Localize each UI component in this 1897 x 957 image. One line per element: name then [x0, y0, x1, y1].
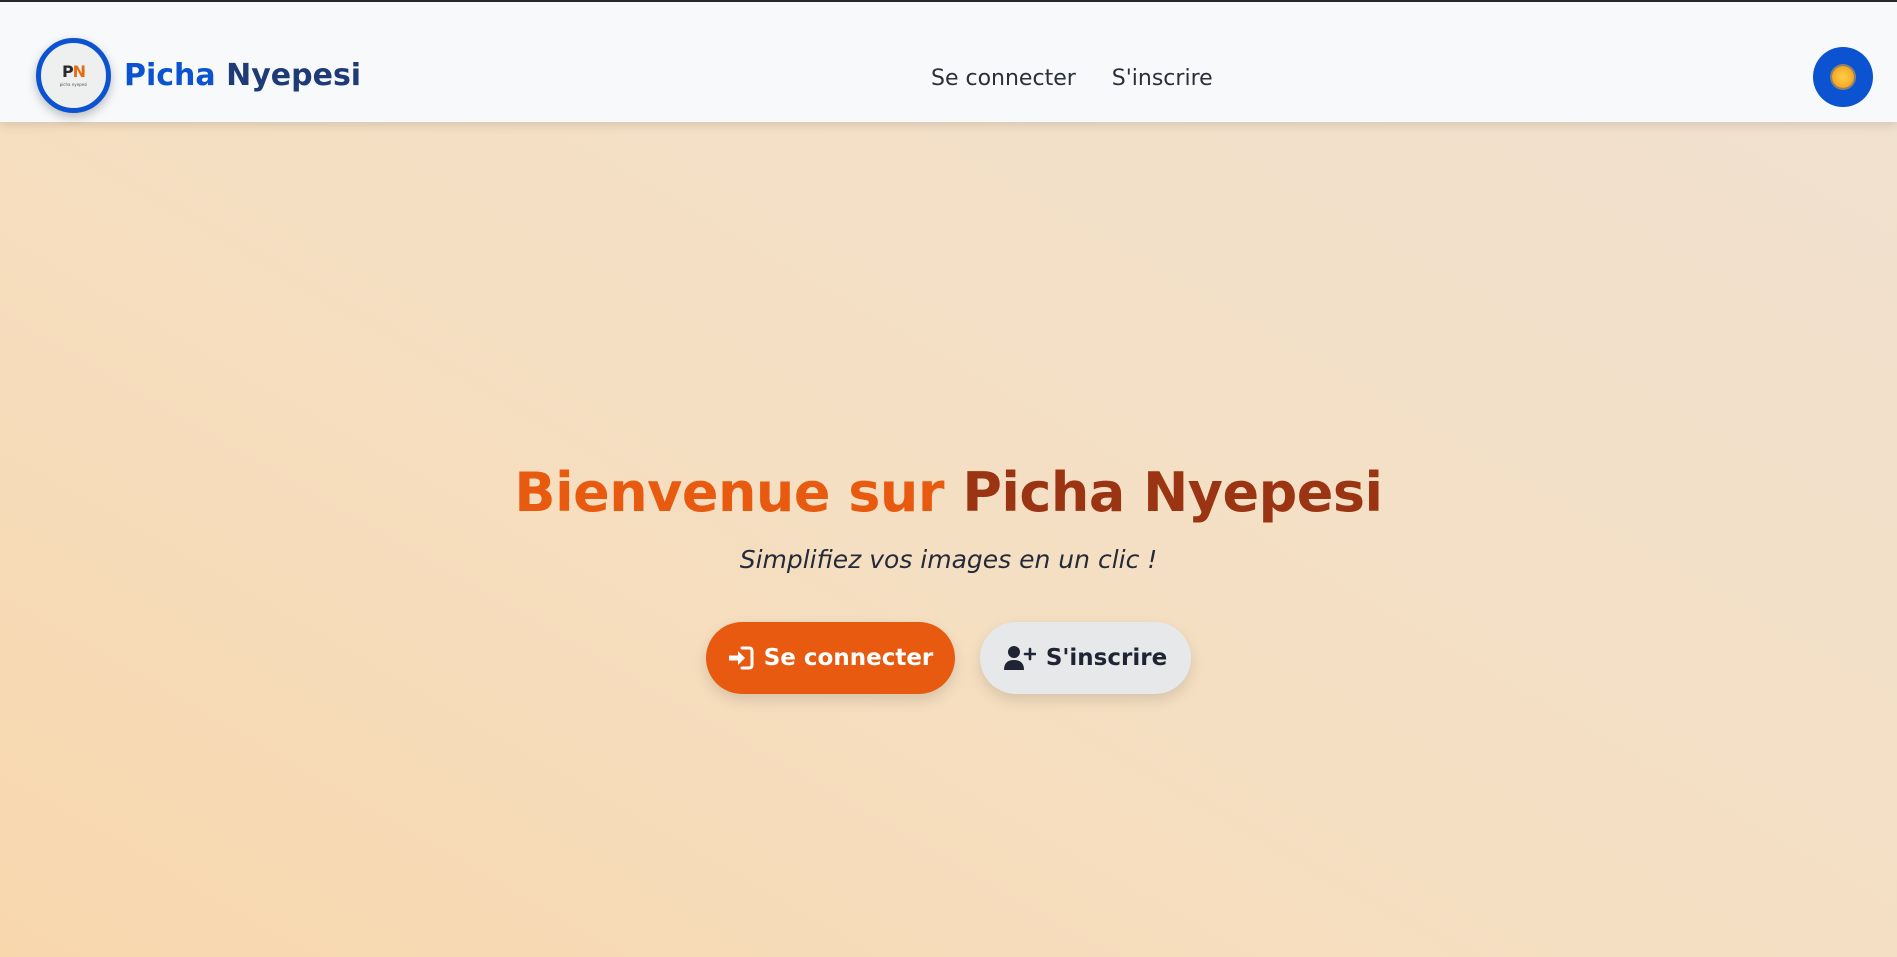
theme-toggle-button[interactable] — [1813, 47, 1873, 107]
hero-title: Bienvenue sur Picha Nyepesi — [0, 455, 1897, 531]
brand-name-part1: Picha — [124, 57, 216, 93]
hero-tagline: Simplifiez vos images en un clic ! — [739, 545, 1158, 574]
user-plus-icon — [1003, 645, 1036, 671]
sign-in-icon — [728, 646, 754, 670]
logo-subtext: picha nyepesi — [59, 82, 88, 87]
login-button[interactable]: Se connecter — [706, 622, 955, 694]
top-navbar: PN picha nyepesi Picha Nyepesi Se connec… — [0, 2, 1897, 122]
logo-letter-n: N — [72, 62, 86, 81]
logo-mark: PN — [61, 62, 86, 81]
hero-title-part2: Picha Nyepesi — [962, 461, 1383, 524]
main-nav: Se connecter S'inscrire — [931, 64, 1213, 94]
hero-actions: Se connecter S'inscrire — [0, 622, 1897, 694]
brand-name[interactable]: Picha Nyepesi — [124, 56, 361, 96]
nav-login-link[interactable]: Se connecter — [931, 64, 1076, 94]
hero-section: Bienvenue sur Picha Nyepesi Simplifiez v… — [0, 455, 1897, 577]
brand-name-part2: Nyepesi — [226, 57, 362, 93]
signup-button[interactable]: S'inscrire — [980, 622, 1191, 694]
sun-icon — [1832, 66, 1854, 88]
logo[interactable]: PN picha nyepesi — [36, 38, 111, 113]
logo-letter-p: P — [61, 62, 74, 81]
nav-signup-link[interactable]: S'inscrire — [1112, 64, 1213, 94]
hero-title-part1: Bienvenue sur — [514, 461, 945, 524]
login-button-label: Se connecter — [763, 645, 934, 671]
brand[interactable]: PN picha nyepesi Picha Nyepesi — [36, 38, 361, 113]
signup-button-label: S'inscrire — [1045, 645, 1168, 671]
